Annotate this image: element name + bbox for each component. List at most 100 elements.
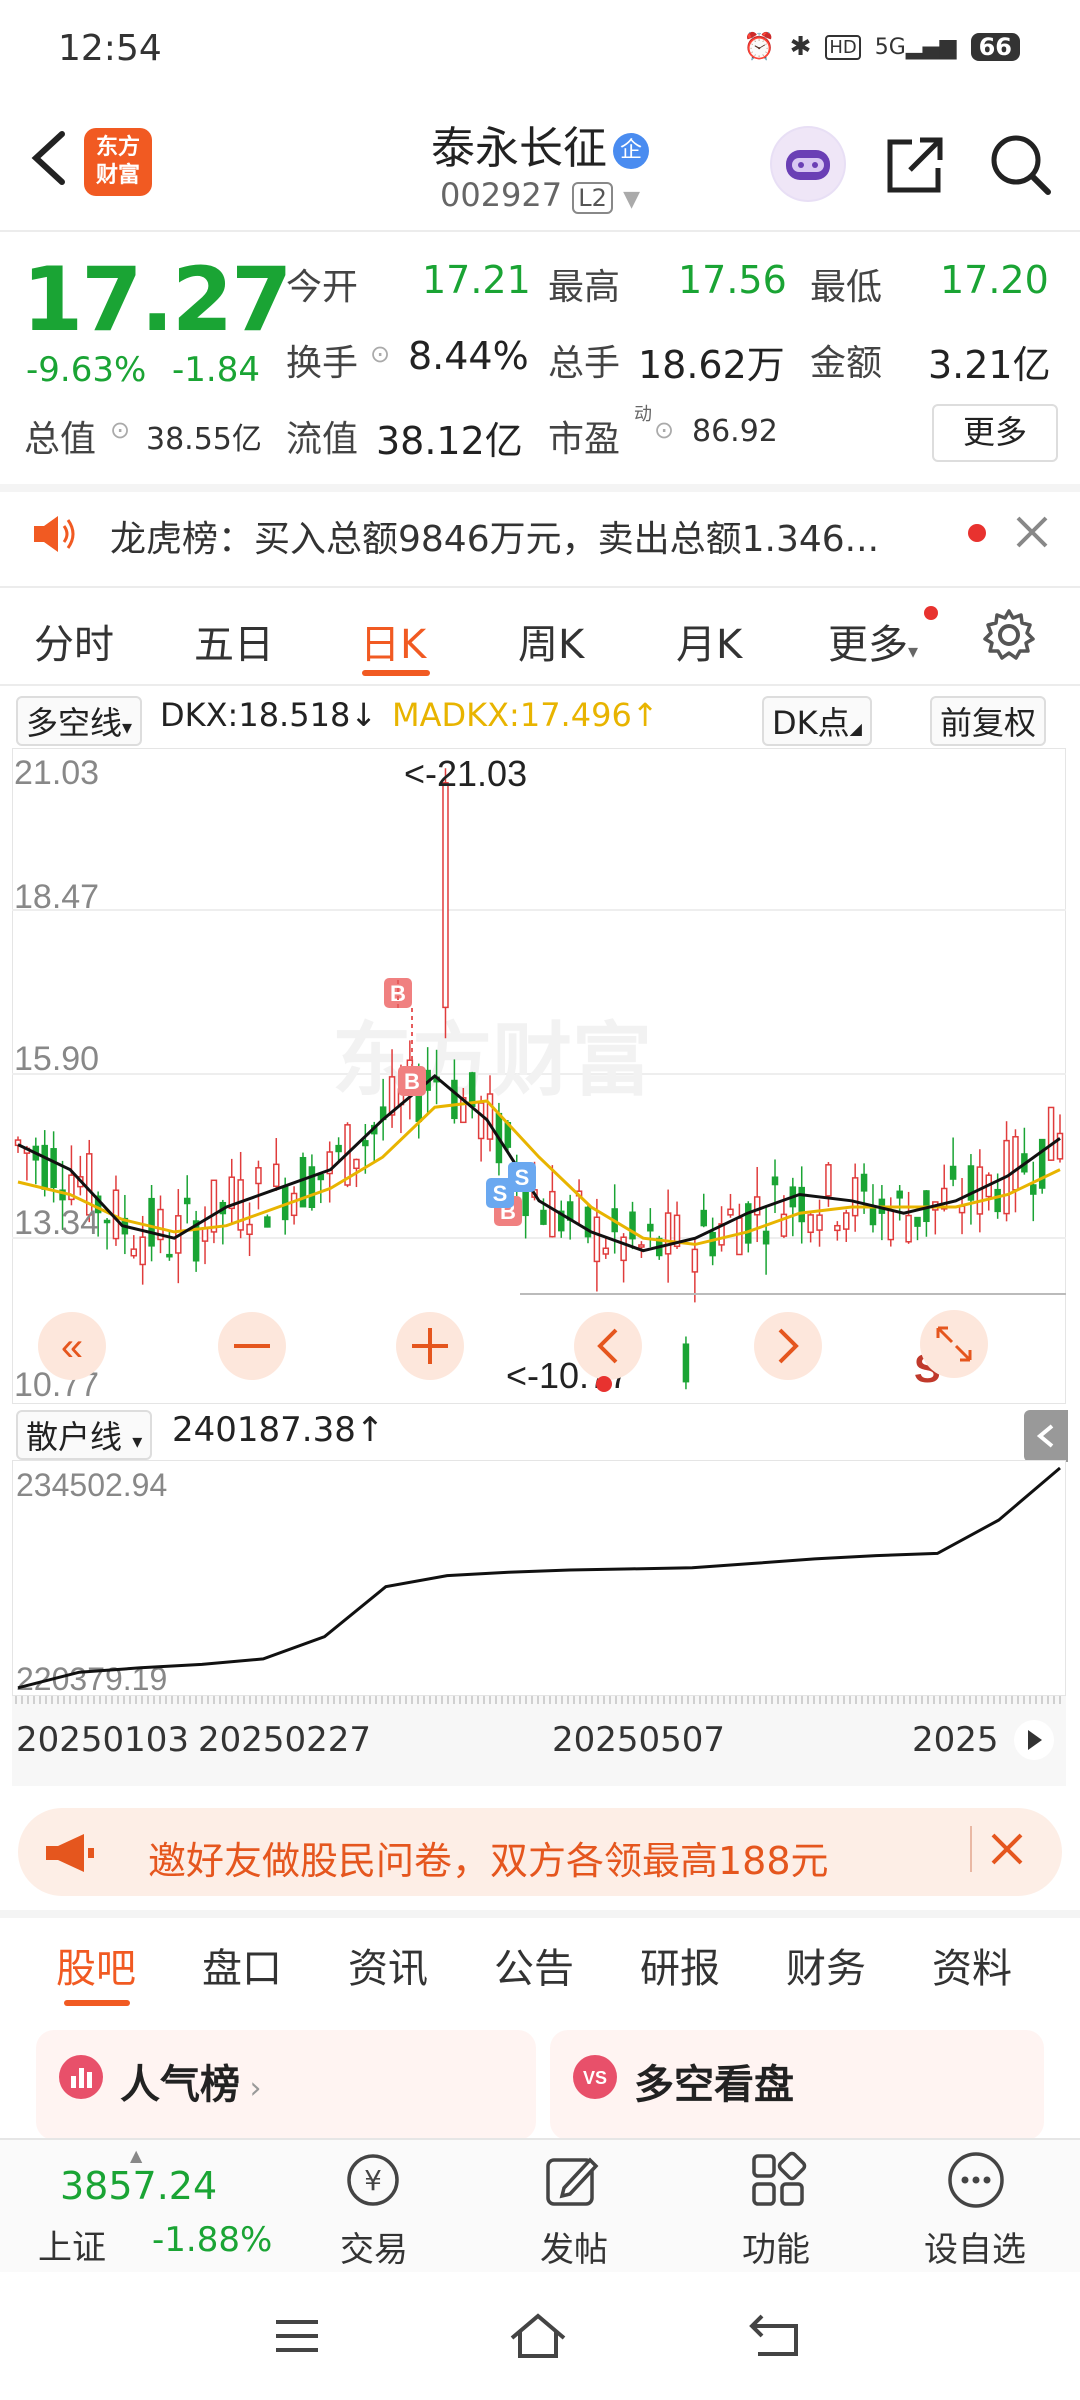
candle [736, 1217, 743, 1256]
nav-watchlist[interactable]: 设自选 [924, 2222, 1026, 2271]
candle [647, 1223, 654, 1232]
candle [246, 1223, 253, 1236]
bull-bear-card[interactable]: VS 多空看盘 [550, 2030, 1044, 2140]
menu-icon[interactable] [272, 2316, 322, 2356]
chevron-right-icon: › [240, 2071, 262, 2106]
system-nav-bar [0, 2272, 1080, 2400]
nav-functions[interactable]: 功能 [742, 2222, 810, 2271]
candle [834, 1224, 841, 1232]
back-nav-icon[interactable] [748, 2312, 802, 2358]
candle [290, 1192, 298, 1217]
popularity-card[interactable]: 人气榜 › [36, 2030, 536, 2140]
tab-daily-k[interactable]: 日K [360, 612, 426, 670]
info-icon[interactable]: ⊙ [370, 340, 390, 368]
tab-handicap[interactable]: 盘口 [202, 1936, 282, 1994]
divider [0, 230, 1080, 232]
index-value[interactable]: 3857.24 [60, 2164, 217, 2208]
info-icon[interactable]: ⊙ [654, 416, 674, 444]
nav-post[interactable]: 发帖 [540, 2222, 608, 2271]
tab-research[interactable]: 研报 [640, 1936, 720, 1994]
stock-name: 泰永长征 [431, 123, 607, 174]
collapse-panel-button[interactable] [1024, 1410, 1068, 1462]
tab-weekly-k[interactable]: 周K [518, 612, 584, 670]
candle [825, 1164, 832, 1197]
more-circle-icon[interactable] [946, 2150, 1006, 2210]
candle [869, 1207, 877, 1226]
candle [949, 1165, 957, 1180]
index-name[interactable]: 上证 [38, 2220, 106, 2269]
tab-announcement[interactable]: 公告 [494, 1936, 574, 1994]
active-tab-underline [362, 670, 430, 676]
tab-monthly-k[interactable]: 月K [676, 612, 742, 670]
prev-button[interactable] [574, 1312, 642, 1380]
tab-five-day[interactable]: 五日 [194, 612, 274, 670]
ai-assistant-icon[interactable] [770, 126, 846, 202]
unread-dot [968, 524, 986, 542]
close-icon[interactable] [990, 1832, 1024, 1866]
candle [335, 1144, 342, 1153]
y-label: 21.03 [14, 754, 99, 792]
x-axis-label: 20250227 [198, 1720, 372, 1760]
kline-chart[interactable]: 东方财富 21.03 18.47 15.90 13.34 10.77 <-21.… [12, 748, 1066, 1404]
scroll-right-icon[interactable] [1012, 1718, 1056, 1762]
y-label: 13.34 [14, 1204, 99, 1242]
max-price-label: <-21.03 [404, 753, 527, 794]
candle [183, 1197, 191, 1205]
candle [362, 1140, 369, 1147]
tab-finance[interactable]: 财务 [786, 1936, 866, 1994]
apps-icon[interactable] [748, 2150, 808, 2210]
candle [816, 1214, 823, 1231]
candle [210, 1179, 218, 1233]
candle [700, 1209, 708, 1227]
x-axis[interactable]: 20250103 20250227 20250507 2025 [12, 1696, 1066, 1786]
tab-more[interactable]: 更多▾ [828, 612, 918, 670]
open-value: 17.21 [422, 258, 531, 302]
gear-icon[interactable] [982, 608, 1036, 662]
retail-line-chart[interactable]: 234502.94 220379.19 [12, 1460, 1066, 1696]
close-icon[interactable] [1014, 514, 1050, 550]
sub-indicator-select[interactable]: 散户线 ▾ [16, 1410, 153, 1460]
candle [522, 1191, 529, 1217]
y-label: 18.47 [14, 878, 99, 916]
chevron-down-icon: ▾ [908, 639, 919, 663]
popularity-title: 人气榜 › [120, 2052, 262, 2110]
more-quote-button[interactable]: 更多 [932, 404, 1058, 462]
candle [549, 1190, 556, 1238]
indicator-select[interactable]: 多空线▾ [16, 696, 143, 746]
hd-icon: HD [825, 34, 861, 60]
volume-label: 总手 [548, 343, 621, 384]
candle [896, 1190, 903, 1199]
divider [970, 1826, 972, 1872]
tab-timeshare[interactable]: 分时 [34, 612, 114, 670]
candle [1047, 1106, 1055, 1161]
adjust-button[interactable]: 前复权 [930, 696, 1047, 746]
candle [103, 1219, 111, 1224]
info-icon[interactable]: ⊙ [110, 416, 130, 444]
tab-news[interactable]: 资讯 [348, 1936, 428, 1994]
share-icon[interactable] [884, 134, 946, 196]
enterprise-badge-icon: 企 [613, 133, 649, 169]
alarm-icon: ⏰ [743, 32, 776, 62]
edit-icon[interactable] [542, 2150, 602, 2210]
next-button[interactable] [754, 1312, 822, 1380]
candle [994, 1188, 1001, 1213]
home-icon[interactable] [506, 2310, 570, 2360]
candle [807, 1214, 814, 1234]
candle [139, 1236, 146, 1266]
candle [753, 1196, 761, 1216]
tab-profile[interactable]: 资料 [932, 1936, 1012, 1994]
svg-text:VS: VS [583, 2068, 607, 2088]
fullscreen-button[interactable] [920, 1310, 988, 1378]
chevron-down-icon: ▼ [623, 187, 641, 212]
corner-arrow-icon: ◢ [849, 719, 862, 738]
search-icon[interactable] [988, 132, 1052, 196]
tab-guba[interactable]: 股吧 [56, 1936, 136, 1994]
candle [914, 1216, 921, 1227]
volume-value: 18.62万 [638, 343, 785, 387]
index-change[interactable]: -1.88% [152, 2220, 272, 2260]
svg-text:¥: ¥ [364, 2164, 382, 2197]
dk-point-button[interactable]: DK点◢ [762, 696, 872, 746]
nav-trade[interactable]: 交易 [340, 2222, 408, 2271]
sell-marker-label: S [493, 1181, 508, 1206]
trade-icon[interactable]: ¥ [338, 2150, 408, 2210]
